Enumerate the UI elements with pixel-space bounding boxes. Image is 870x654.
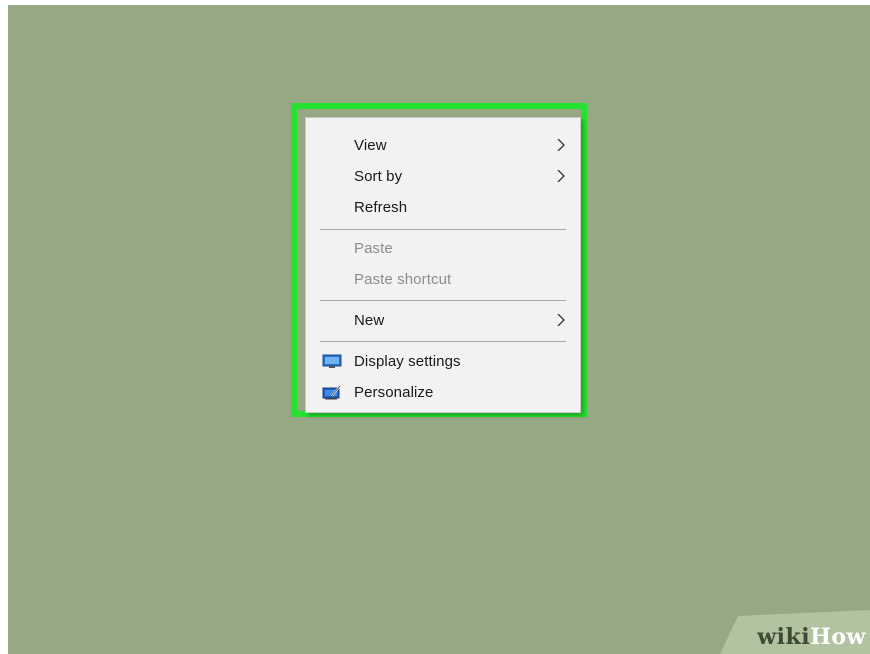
wikihow-watermark: wikiHow xyxy=(720,610,870,654)
menu-separator xyxy=(320,229,566,230)
chevron-right-icon xyxy=(556,139,566,151)
menu-item-view[interactable]: View xyxy=(306,131,580,159)
menu-item-new[interactable]: New xyxy=(306,306,580,334)
menu-item-paste[interactable]: Paste xyxy=(306,234,580,262)
menu-item-label: View xyxy=(354,136,387,154)
menu-item-label: Paste shortcut xyxy=(354,270,452,288)
menu-item-label: Display settings xyxy=(354,352,461,370)
menu-item-display-settings[interactable]: Display settings xyxy=(306,347,580,375)
desktop-background[interactable]: View Sort by Refresh Paste Paste shortcu… xyxy=(8,5,870,654)
menu-item-refresh[interactable]: Refresh xyxy=(306,193,580,221)
chevron-right-icon xyxy=(556,314,566,326)
menu-item-label: Sort by xyxy=(354,167,403,185)
menu-item-personalize[interactable]: Personalize xyxy=(306,378,580,406)
personalize-icon xyxy=(322,384,342,400)
chevron-right-icon xyxy=(556,170,566,182)
display-icon xyxy=(322,353,342,369)
watermark-how-text: How xyxy=(810,624,866,650)
menu-item-label: Personalize xyxy=(354,383,434,401)
menu-item-label: Paste xyxy=(354,239,393,257)
menu-item-label: Refresh xyxy=(354,198,408,216)
context-menu: View Sort by Refresh Paste Paste shortcu… xyxy=(305,117,581,413)
menu-item-sort-by[interactable]: Sort by xyxy=(306,162,580,190)
menu-separator xyxy=(320,341,566,342)
menu-separator xyxy=(320,300,566,301)
menu-item-paste-shortcut[interactable]: Paste shortcut xyxy=(306,265,580,293)
menu-item-label: New xyxy=(354,311,385,329)
watermark-wiki-text: wiki xyxy=(757,624,811,650)
